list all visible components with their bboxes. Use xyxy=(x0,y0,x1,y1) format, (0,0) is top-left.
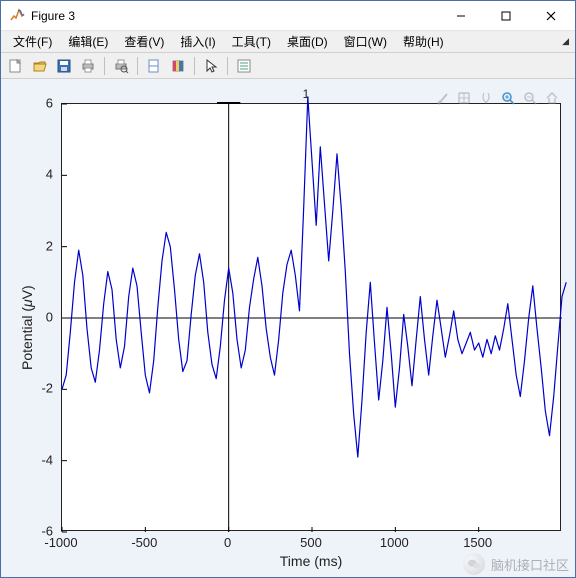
menubar: 文件(F) 编辑(E) 查看(V) 插入(I) 工具(T) 桌面(D) 窗口(W… xyxy=(1,31,575,53)
y-tick-label: 2 xyxy=(46,238,53,253)
zoom-in-icon[interactable] xyxy=(499,89,517,107)
menu-tools[interactable]: 工具(T) xyxy=(224,31,279,52)
y-tick-label: -2 xyxy=(41,381,53,396)
minimize-button[interactable] xyxy=(438,2,483,30)
x-axis-label: Time (ms) xyxy=(280,553,342,569)
pointer-icon[interactable] xyxy=(200,55,222,77)
save-icon[interactable] xyxy=(53,55,75,77)
menu-view[interactable]: 查看(V) xyxy=(116,31,172,52)
link-icon[interactable] xyxy=(143,55,165,77)
axes[interactable] xyxy=(61,103,561,531)
line-plot xyxy=(62,104,562,532)
menu-help[interactable]: 帮助(H) xyxy=(395,31,452,52)
x-tick-label: 1000 xyxy=(380,535,409,550)
open-icon[interactable] xyxy=(29,55,51,77)
rotate-icon[interactable] xyxy=(477,89,495,107)
x-tick-label: 0 xyxy=(224,535,231,550)
toolbar-separator xyxy=(137,57,138,75)
toolbar xyxy=(1,53,575,79)
wechat-icon xyxy=(463,553,485,575)
toolbar-separator xyxy=(104,57,105,75)
y-tick-label: 6 xyxy=(46,96,53,111)
print-preview-icon[interactable] xyxy=(110,55,132,77)
zoom-out-icon[interactable] xyxy=(521,89,539,107)
home-icon[interactable] xyxy=(543,89,561,107)
new-figure-icon[interactable] xyxy=(5,55,27,77)
menu-chevron-icon[interactable]: ◢ xyxy=(562,36,569,47)
data-cursor-icon[interactable] xyxy=(233,55,255,77)
watermark: 脑机接口社区 xyxy=(463,553,569,575)
axes-toolbar xyxy=(433,89,561,107)
menu-insert[interactable]: 插入(I) xyxy=(172,31,223,52)
menu-file[interactable]: 文件(F) xyxy=(5,31,60,52)
brush-icon[interactable] xyxy=(433,89,451,107)
figure-area: 1 -1000-500050010001500-6-4-20246 Time (… xyxy=(1,79,575,577)
x-tick-label: 1500 xyxy=(463,535,492,550)
y-tick-label: 4 xyxy=(46,167,53,182)
matlab-app-icon xyxy=(9,8,25,24)
menu-window[interactable]: 窗口(W) xyxy=(336,31,395,52)
series-annotation: 1 xyxy=(303,87,310,101)
insert-colorbar-icon[interactable] xyxy=(167,55,189,77)
watermark-text: 脑机接口社区 xyxy=(491,555,569,574)
y-tick-label: 0 xyxy=(46,310,53,325)
maximize-button[interactable] xyxy=(483,2,528,30)
x-tick-label: 500 xyxy=(300,535,322,550)
x-tick-label: -500 xyxy=(131,535,157,550)
y-tick-label: -4 xyxy=(41,452,53,467)
toolbar-separator xyxy=(227,57,228,75)
figure-window: Figure 3 文件(F) 编辑(E) 查看(V) 插入(I) 工具(T) 桌… xyxy=(0,0,576,578)
pan-icon[interactable] xyxy=(455,89,473,107)
print-icon[interactable] xyxy=(77,55,99,77)
window-title: Figure 3 xyxy=(31,9,438,23)
y-axis-label: Potential (μV) xyxy=(19,285,35,370)
toolbar-separator xyxy=(194,57,195,75)
menu-edit[interactable]: 编辑(E) xyxy=(60,31,116,52)
titlebar[interactable]: Figure 3 xyxy=(1,1,575,31)
y-tick-label: -6 xyxy=(41,524,53,539)
menu-desktop[interactable]: 桌面(D) xyxy=(279,31,336,52)
close-button[interactable] xyxy=(528,2,573,30)
